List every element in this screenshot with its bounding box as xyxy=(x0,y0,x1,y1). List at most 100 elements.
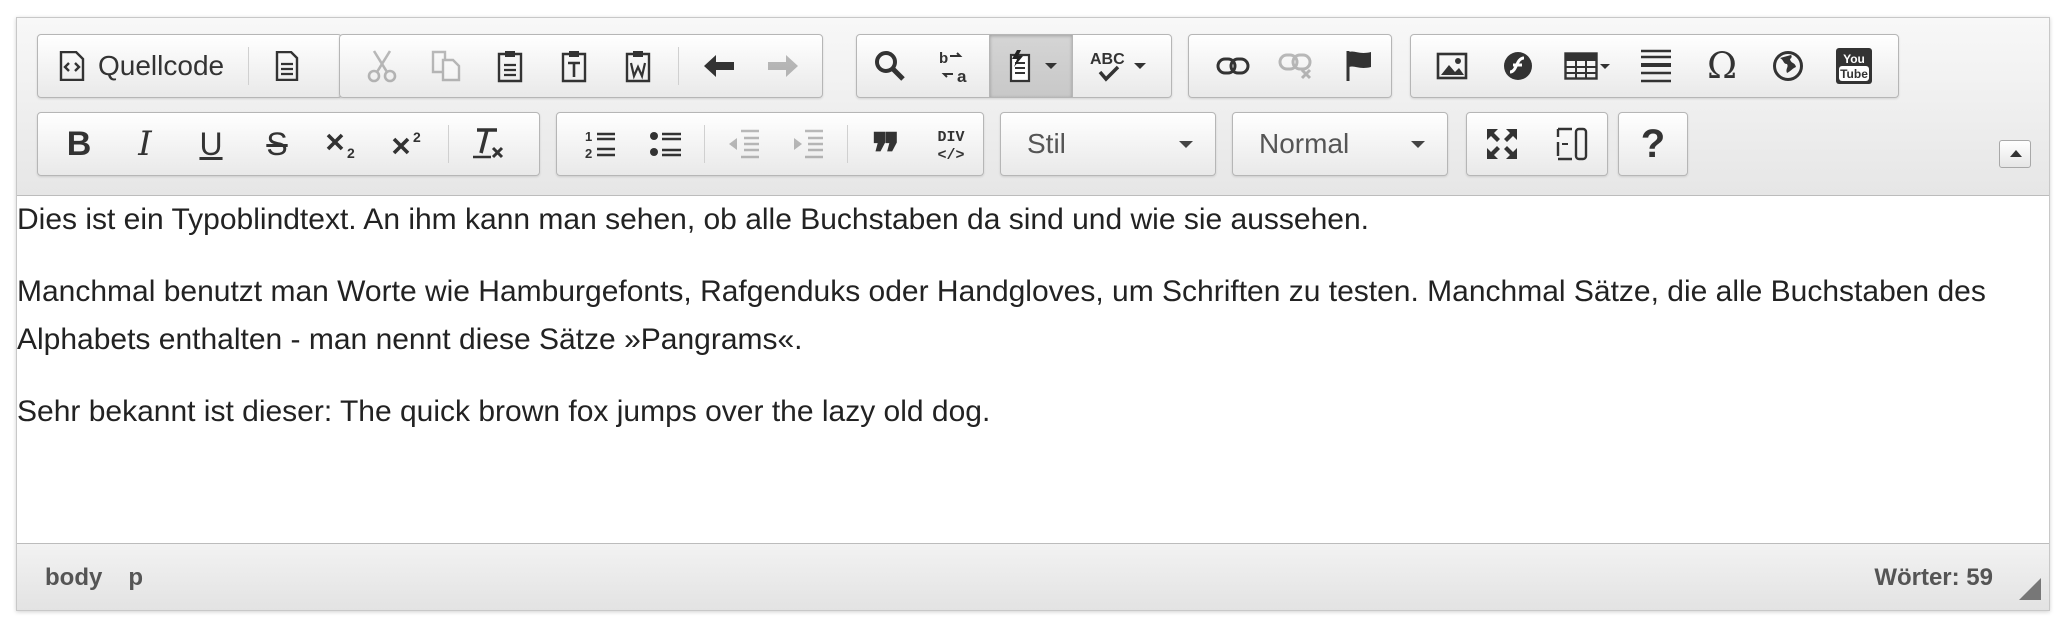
paste-button[interactable] xyxy=(478,35,542,97)
template-button[interactable] xyxy=(989,35,1073,97)
chevron-down-icon xyxy=(1179,141,1193,148)
element-path-body[interactable]: body xyxy=(45,564,102,592)
redo-button[interactable] xyxy=(751,35,815,97)
youtube-top-text: You xyxy=(1843,52,1865,66)
outdent-button[interactable] xyxy=(711,113,776,175)
special-char-button[interactable]: Ω xyxy=(1689,35,1755,97)
numbered-list-icon: 12 xyxy=(585,129,616,160)
toolbar-group-insert: Ω You Tube xyxy=(1410,34,1899,98)
show-blocks-icon xyxy=(1556,127,1588,161)
cut-icon xyxy=(367,50,397,83)
element-path: body p xyxy=(45,564,143,592)
svg-text:2: 2 xyxy=(413,129,421,145)
underline-button[interactable]: U xyxy=(178,113,244,175)
source-button-label: Quellcode xyxy=(98,50,225,81)
spellcheck-icon: ABC xyxy=(1090,51,1125,82)
italic-icon: I xyxy=(138,124,152,164)
template-icon xyxy=(1009,50,1031,83)
toolbar-group-clipboard xyxy=(339,34,823,98)
toolbar-group-help: ? xyxy=(1618,112,1688,176)
paste-icon xyxy=(497,51,523,83)
bulleted-list-button[interactable] xyxy=(634,113,699,175)
document-icon xyxy=(275,51,298,81)
style-combo[interactable]: Stil xyxy=(1000,112,1216,176)
strike-button[interactable]: S xyxy=(244,113,310,175)
rich-text-editor: Quellcode b a ABC Ω You Tube B I U S 2 2… xyxy=(16,17,2050,611)
undo-button[interactable] xyxy=(687,35,751,97)
svg-text:a: a xyxy=(957,67,967,84)
svg-text:2: 2 xyxy=(347,145,355,159)
search-icon xyxy=(875,51,905,81)
globe-icon xyxy=(1773,51,1803,81)
anchor-button[interactable] xyxy=(1328,35,1391,97)
div-button[interactable]: DIV </> xyxy=(918,113,983,175)
bold-icon: B xyxy=(66,124,92,163)
subscript-button[interactable]: 2 xyxy=(310,113,376,175)
superscript-button[interactable]: 2 xyxy=(376,113,442,175)
italic-button[interactable]: I xyxy=(112,113,178,175)
copy-button[interactable] xyxy=(414,35,478,97)
redo-icon xyxy=(768,55,798,77)
copy-icon xyxy=(431,50,461,82)
youtube-button[interactable]: You Tube xyxy=(1821,35,1887,97)
chevron-down-icon xyxy=(1134,63,1146,69)
paste-text-button[interactable] xyxy=(542,35,606,97)
show-blocks-button[interactable] xyxy=(1537,113,1607,175)
youtube-bottom-text: Tube xyxy=(1840,67,1868,81)
content-paragraph[interactable]: Dies ist ein Typoblindtext. An ihm kann … xyxy=(17,196,2049,244)
help-button[interactable]: ? xyxy=(1619,113,1687,175)
remove-format-button[interactable] xyxy=(455,113,521,175)
blockquote-icon: ❞ xyxy=(871,123,901,184)
document-button[interactable] xyxy=(249,35,324,97)
replace-button[interactable]: ba xyxy=(923,35,989,97)
paste-word-button[interactable] xyxy=(606,35,670,97)
status-bar: body p Wörter: 59 xyxy=(17,543,2049,610)
content-paragraph[interactable]: Manchmal benutzt man Worte wie Hamburgef… xyxy=(17,268,2049,364)
horizontal-rule-button[interactable] xyxy=(1623,35,1689,97)
style-combo-value: Stil xyxy=(1027,128,1066,159)
unlink-button[interactable] xyxy=(1264,35,1327,97)
svg-text:1: 1 xyxy=(585,129,592,144)
horizontal-rule-icon xyxy=(1641,49,1671,83)
superscript-icon: 2 xyxy=(392,129,421,155)
paste-text-icon xyxy=(561,51,587,83)
image-button[interactable] xyxy=(1419,35,1485,97)
subscript-icon: 2 xyxy=(326,133,355,159)
spellcheck-button[interactable]: ABC xyxy=(1073,35,1163,97)
indent-button[interactable] xyxy=(776,113,841,175)
toolbar-group-document: Quellcode xyxy=(37,34,342,98)
find-button[interactable] xyxy=(857,35,923,97)
paste-word-icon xyxy=(625,51,651,83)
blockquote-button[interactable]: ❞ xyxy=(854,113,919,184)
element-path-p[interactable]: p xyxy=(128,564,143,592)
toolbar-group-links xyxy=(1188,34,1392,98)
source-icon xyxy=(59,51,85,81)
omega-icon: Ω xyxy=(1707,45,1737,87)
link-button[interactable] xyxy=(1201,35,1264,97)
numbered-list-button[interactable]: 12 xyxy=(569,113,634,175)
format-combo[interactable]: Normal xyxy=(1232,112,1448,176)
collapse-toolbar-button[interactable] xyxy=(1999,140,2031,168)
source-button[interactable]: Quellcode xyxy=(38,35,248,97)
editor-content[interactable]: Dies ist ein Typoblindtext. An ihm kann … xyxy=(17,196,2049,564)
chevron-down-icon xyxy=(1045,63,1057,69)
youtube-icon: YouTube xyxy=(1836,48,1872,84)
replace-icon: ba xyxy=(939,50,967,84)
chevron-down-icon xyxy=(1600,63,1610,69)
bold-button[interactable]: B xyxy=(46,113,112,175)
separator xyxy=(448,125,449,163)
cut-button[interactable] xyxy=(350,35,414,97)
svg-text:b: b xyxy=(939,50,948,67)
flag-icon xyxy=(1346,51,1372,81)
maximize-button[interactable] xyxy=(1467,113,1537,175)
toolbar-group-paragraph: 12 ❞ DIV </> xyxy=(556,112,984,184)
spellcheck-abc-text: ABC xyxy=(1090,51,1125,68)
iframe-button[interactable] xyxy=(1755,35,1821,97)
table-button[interactable] xyxy=(1551,35,1623,97)
content-paragraph[interactable]: Sehr bekannt ist dieser: The quick brown… xyxy=(17,388,2049,436)
chevron-down-icon xyxy=(1411,141,1425,148)
flash-button[interactable] xyxy=(1485,35,1551,97)
resize-handle[interactable] xyxy=(2019,578,2041,600)
underline-icon: U xyxy=(199,125,223,162)
toolbar-group-editing: ba ABC xyxy=(856,34,1172,98)
